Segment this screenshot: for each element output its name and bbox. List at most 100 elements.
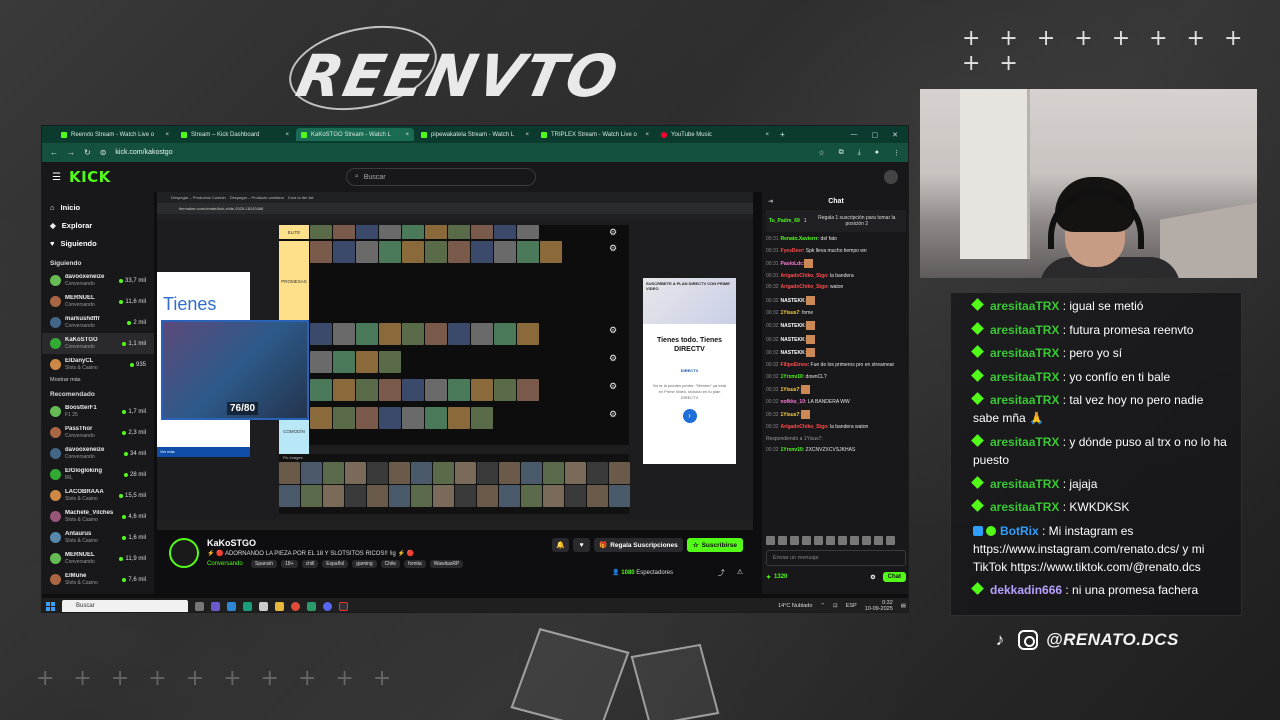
nav-explorar[interactable]: ◈ Explorar [50,216,146,234]
tab-close-icon[interactable]: × [645,132,649,138]
stream-tag[interactable]: Chile [380,560,401,568]
notification-icon[interactable]: ▤ [901,603,906,609]
tier-image[interactable] [356,379,378,401]
chat-username[interactable]: 1Yisus7 [781,412,800,418]
tier-settings-gear-icon[interactable]: ⚙ [609,243,617,254]
tier-settings-gear-icon[interactable]: ⚙ [609,409,617,420]
tier-image[interactable] [471,379,493,401]
emote-icon[interactable] [778,536,787,545]
tier-image[interactable] [471,323,493,345]
chat-username[interactable]: FilipoEtnos [781,362,808,368]
pool-image[interactable] [587,462,608,484]
chat-username[interactable]: 1Yisus7 [781,310,800,316]
browser-tab[interactable]: TRIPLEX Stream - Watch Live o × [536,128,654,141]
tier-image[interactable] [402,241,424,263]
pool-image[interactable] [323,485,344,507]
pool-image[interactable] [367,485,388,507]
browser-tab[interactable]: YouTube Music × [656,128,774,141]
gift-subs-button[interactable]: 🎁 Regala Suscripciones [594,538,683,552]
user-avatar[interactable] [884,170,898,184]
maximize-icon[interactable]: ▢ [872,131,879,139]
pool-image[interactable] [433,462,454,484]
minimize-icon[interactable]: — [851,131,858,139]
tier-image[interactable] [494,241,516,263]
copilot-icon[interactable] [211,601,220,611]
file-explorer-icon[interactable] [275,601,284,611]
tier-image[interactable] [517,241,539,263]
emote-icon[interactable] [790,536,799,545]
tier-image[interactable] [356,241,378,263]
channel-row[interactable]: markushdffr Conversando 2 mil [50,312,146,333]
show-more-link[interactable]: Mostrar más [50,377,146,383]
outlook-icon[interactable] [227,601,236,611]
chat-username[interactable]: Renato.Xavierrr [781,236,818,242]
language-indicator[interactable]: ESP [846,603,857,609]
tier-image[interactable] [310,351,332,373]
tier-image[interactable] [517,323,539,345]
pool-image[interactable] [455,462,476,484]
tier-image[interactable] [425,225,447,239]
chat-username[interactable]: 1Yrxnv10 [781,447,803,453]
stream-tag[interactable]: Español [322,560,349,568]
channel-row[interactable]: BoostterF1 F1 25 1,7 mil [50,401,146,422]
pool-image[interactable] [609,462,630,484]
tier-settings-gear-icon[interactable]: ⚙ [609,353,617,364]
pool-image[interactable] [367,462,388,484]
tier-image[interactable] [448,407,470,429]
tier-image[interactable] [425,241,447,263]
tier-image[interactable] [310,379,332,401]
pool-image[interactable] [279,485,300,507]
pool-image[interactable] [499,462,520,484]
menu-icon[interactable]: ⋮ [893,149,900,157]
channel-row[interactable]: LACOBRAAA Slots & Casino 15,5 mil [50,485,146,506]
back-icon[interactable]: ← [50,148,58,157]
tier-image[interactable] [379,225,401,239]
emote-icon[interactable] [838,536,847,545]
kick-logo[interactable]: KICK [69,168,111,186]
network-icon[interactable]: ⊡ [833,603,838,609]
tier-image[interactable] [402,225,424,239]
pool-image[interactable] [455,485,476,507]
pool-image[interactable] [543,485,564,507]
chat-username[interactable]: NASTEKK [781,298,805,304]
forward-icon[interactable]: → [67,148,75,157]
tier-image[interactable] [425,323,447,345]
hamburger-menu-icon[interactable]: ☰ [52,172,61,183]
chrome-icon[interactable] [291,601,300,611]
tier-image[interactable] [379,407,401,429]
obs-icon[interactable] [339,601,348,611]
browser-tab[interactable]: Reenvto Stream - Watch Live o × [56,128,174,141]
settings-gear-icon[interactable]: ⚙ [870,574,875,581]
chat-username[interactable]: ArigadoChiko_Stgo [781,273,828,279]
notification-bell-button[interactable]: 🔔 [552,538,570,552]
tier-image[interactable] [448,323,470,345]
pool-image[interactable] [301,485,322,507]
tier-image[interactable] [333,407,355,429]
pool-image[interactable] [279,462,300,484]
browser-tab[interactable]: Stream – Kick Dashboard × [176,128,294,141]
chat-message-input[interactable]: Enviar un mensaje [766,550,906,566]
channel-row[interactable]: KaKoSTGO Conversando 1,1 mil [42,333,154,354]
channel-points[interactable]: 1320 [774,574,787,580]
emote-icon[interactable] [802,536,811,545]
pool-image[interactable] [345,462,366,484]
edge-icon[interactable] [243,601,252,611]
tab-close-icon[interactable]: × [525,132,529,138]
video-player[interactable]: Despegar – Productos Combin Despegar – Pr… [157,192,753,530]
reload-icon[interactable]: ↻ [84,148,91,157]
weather-widget[interactable]: 14°C Nublado [778,603,812,609]
chat-username[interactable]: FyesDeer [781,248,804,254]
emote-icon[interactable] [862,536,871,545]
download-icon[interactable]: ⤓ [858,149,861,157]
tier-image[interactable] [494,323,516,345]
browser-tab[interactable]: KaKoSTGO Stream - Watch L × [296,128,414,141]
tier-settings-gear-icon[interactable]: ⚙ [609,325,617,336]
streamer-avatar[interactable] [169,538,199,568]
profile-icon[interactable]: ● [875,149,879,157]
tier-image[interactable] [333,379,355,401]
send-chat-button[interactable]: Chat [882,572,906,582]
channel-row[interactable]: PassThor Conversando 2,3 mil [50,422,146,443]
emote-icon[interactable] [850,536,859,545]
pool-image[interactable] [609,485,630,507]
tier-image[interactable] [517,379,539,401]
